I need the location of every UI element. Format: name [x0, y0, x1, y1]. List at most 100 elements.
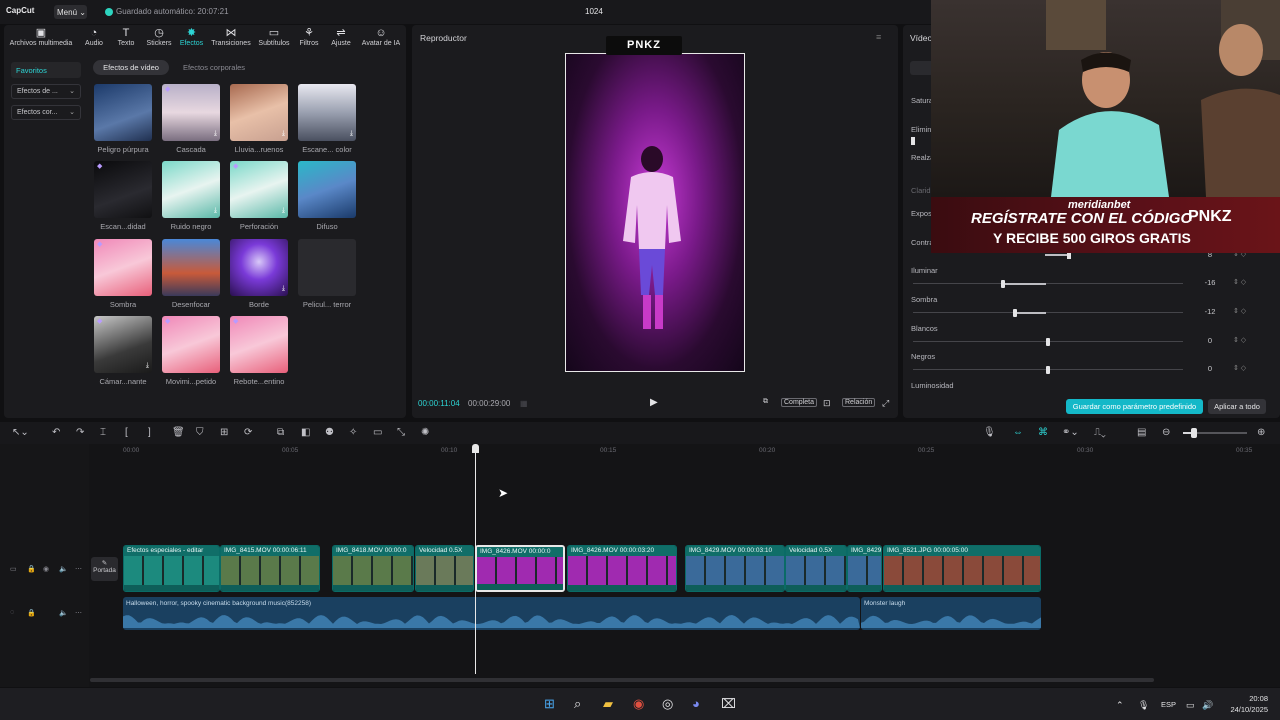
- tab-body-effects[interactable]: Efectos corporales: [172, 60, 256, 75]
- more-icon[interactable]: ⋯: [75, 609, 82, 617]
- cover-button[interactable]: ✎ Portada: [91, 557, 118, 581]
- effect-card[interactable]: ⤓ Borde: [230, 239, 288, 309]
- trim-right-icon[interactable]: ]: [148, 427, 151, 438]
- tab-audio[interactable]: ◔ Audio: [81, 27, 107, 51]
- track-cover-icon[interactable]: ▭: [10, 565, 17, 573]
- video-clip[interactable]: Velocidad 0.5X: [785, 545, 847, 592]
- link-main-track-icon[interactable]: ⇔: [1013, 427, 1023, 438]
- caption-tool-icon[interactable]: ▭: [373, 427, 382, 438]
- tray-date[interactable]: 24/10/2025: [1214, 705, 1268, 714]
- video-clip[interactable]: IMG_8429.I: [847, 545, 882, 592]
- chrome-icon[interactable]: ◉: [633, 696, 644, 712]
- network-icon[interactable]: ▭: [1186, 700, 1195, 711]
- video-clip[interactable]: IMG_8426.MOV 00:00:0: [475, 545, 565, 592]
- adjust-slider[interactable]: [913, 280, 1183, 288]
- effect-card[interactable]: ⤓ Escane... color: [298, 84, 356, 154]
- redo-icon[interactable]: ↷: [76, 427, 84, 438]
- zoom-out-icon[interactable]: ⊖: [1162, 427, 1170, 438]
- zoom-slider-knob[interactable]: [1191, 428, 1197, 438]
- tray-expand-icon[interactable]: ⌃: [1116, 700, 1124, 711]
- apply-all-button[interactable]: Aplicar a todo: [1208, 399, 1266, 414]
- eye-icon[interactable]: ◉: [43, 565, 49, 573]
- adjust-slider[interactable]: [913, 309, 1183, 317]
- tab-filters[interactable]: ⚘ Filtros: [297, 27, 321, 51]
- video-clip[interactable]: IMG_8521.JPG 00:00:05:00: [883, 545, 1041, 592]
- lock-icon[interactable]: 🔒: [27, 565, 36, 573]
- adjust-slider[interactable]: [913, 338, 1183, 346]
- menu-button[interactable]: Menú ⌄: [54, 5, 87, 19]
- video-clip[interactable]: IMG_8426.MOV 00:00:03:20: [567, 545, 677, 592]
- split-icon[interactable]: ⌶: [100, 427, 106, 438]
- effect-card[interactable]: ◆ Sombra: [94, 239, 152, 309]
- marker-icon[interactable]: ⛉: [196, 427, 204, 438]
- stepper-icon[interactable]: ⇕ ◇: [1233, 307, 1246, 315]
- discord-icon[interactable]: ◕: [692, 696, 700, 711]
- link-icon[interactable]: ⚭⌄: [1062, 427, 1079, 438]
- ai-tool-icon[interactable]: ✺: [421, 427, 429, 438]
- focus-icon[interactable]: ⊡: [823, 398, 831, 409]
- effect-card[interactable]: ◆ ⤓ Cámar...nante: [94, 316, 152, 386]
- effect-card[interactable]: ◆ ⤓ Perforación: [230, 161, 288, 231]
- windows-start-icon[interactable]: ⊞: [544, 696, 555, 712]
- effect-card[interactable]: ◆ Escan...didad: [94, 161, 152, 231]
- video-clip[interactable]: IMG_8415.MOV 00:00:06:11: [220, 545, 320, 592]
- tab-captions[interactable]: ▭ Subtítulos: [256, 27, 292, 51]
- horizontal-scrollbar[interactable]: [90, 678, 1154, 682]
- video-clip[interactable]: IMG_8429.MOV 00:00:03:10: [685, 545, 785, 592]
- adjust-value[interactable]: -16: [1196, 278, 1224, 287]
- slider-knob[interactable]: [1046, 366, 1050, 374]
- zoom-in-icon[interactable]: ⊕: [1257, 427, 1265, 438]
- capcut-icon[interactable]: ⌧: [721, 696, 736, 712]
- play-icon[interactable]: ▶: [650, 397, 658, 408]
- freeze-icon[interactable]: ⧉: [277, 427, 284, 438]
- trim-left-icon[interactable]: [: [125, 427, 128, 438]
- slider-knob[interactable]: [1001, 280, 1005, 288]
- effect-card[interactable]: ◆ Rebote...entino: [230, 316, 288, 386]
- sidebar-item-favorites[interactable]: Favoritos: [11, 62, 81, 78]
- undo-icon[interactable]: ↶: [52, 427, 60, 438]
- sidebar-dropdown-body-effects[interactable]: Efectos cor... ⌄: [11, 105, 81, 120]
- audio-clip[interactable]: Halloween, horror, spooky cinematic back…: [123, 597, 860, 630]
- playhead[interactable]: [475, 446, 476, 674]
- effect-card[interactable]: Desenfocar: [162, 239, 220, 309]
- toggle-knob[interactable]: [911, 137, 915, 145]
- lock-icon[interactable]: 🔒: [27, 609, 36, 617]
- stepper-icon[interactable]: ⇕ ◇: [1233, 278, 1246, 286]
- slider-knob[interactable]: [1013, 309, 1017, 317]
- more-icon[interactable]: ⋯: [75, 565, 82, 573]
- magic-icon[interactable]: ✧: [349, 427, 357, 438]
- crop-tool-icon[interactable]: ⊞: [220, 427, 228, 438]
- sidebar-dropdown-video-effects[interactable]: Efectos de ... ⌄: [11, 84, 81, 99]
- captions-toggle-icon[interactable]: ▤: [1137, 427, 1146, 438]
- tab-ai-avatar[interactable]: ☺ Avatar de IA: [360, 27, 402, 51]
- video-clip[interactable]: Efectos especiales - editar: [123, 545, 220, 592]
- video-clip[interactable]: IMG_8418.MOV 00:00:0: [332, 545, 414, 592]
- tab-text[interactable]: T Texto: [115, 27, 137, 51]
- effect-card[interactable]: ◆ Movimi...petido: [162, 316, 220, 386]
- volume-tray-icon[interactable]: 🔊: [1202, 700, 1213, 711]
- select-tool-icon[interactable]: ↖⌄: [12, 427, 29, 438]
- tray-time[interactable]: 20:08: [1238, 694, 1268, 703]
- effect-card[interactable]: Peligro púrpura: [94, 84, 152, 154]
- preview-axis-icon[interactable]: ⎍⌄: [1094, 427, 1106, 438]
- adjust-value[interactable]: 0: [1196, 364, 1224, 373]
- tab-effects[interactable]: ✸ Efectos: [178, 27, 205, 51]
- adjust-slider[interactable]: [913, 366, 1183, 374]
- tab-video-effects[interactable]: Efectos de vídeo: [93, 60, 169, 75]
- magnet-icon[interactable]: ⌘: [1038, 427, 1048, 438]
- slider-knob[interactable]: [1046, 338, 1050, 346]
- stepper-icon[interactable]: ⇕ ◇: [1233, 364, 1246, 372]
- effect-card[interactable]: ⤓ Lluvia...ruenos: [230, 84, 288, 154]
- effect-card[interactable]: Pelicul... terror: [298, 239, 356, 309]
- mic-tray-icon[interactable]: 🎙: [1138, 700, 1149, 711]
- menu-icon[interactable]: ≡: [876, 32, 881, 42]
- speed-icon[interactable]: ⟳: [244, 427, 252, 438]
- resize-icon[interactable]: ⤡: [397, 427, 405, 438]
- file-explorer-icon[interactable]: ▰: [603, 696, 613, 712]
- volume-icon[interactable]: 🔈: [59, 609, 68, 617]
- crop-icon[interactable]: ⧉: [763, 398, 768, 406]
- tab-transitions[interactable]: ⋈ Transiciones: [210, 27, 252, 51]
- effect-card[interactable]: ⤓ Ruido negro: [162, 161, 220, 231]
- search-icon[interactable]: ⌕: [574, 696, 581, 712]
- fullscreen-grid-icon[interactable]: ▦: [520, 399, 528, 408]
